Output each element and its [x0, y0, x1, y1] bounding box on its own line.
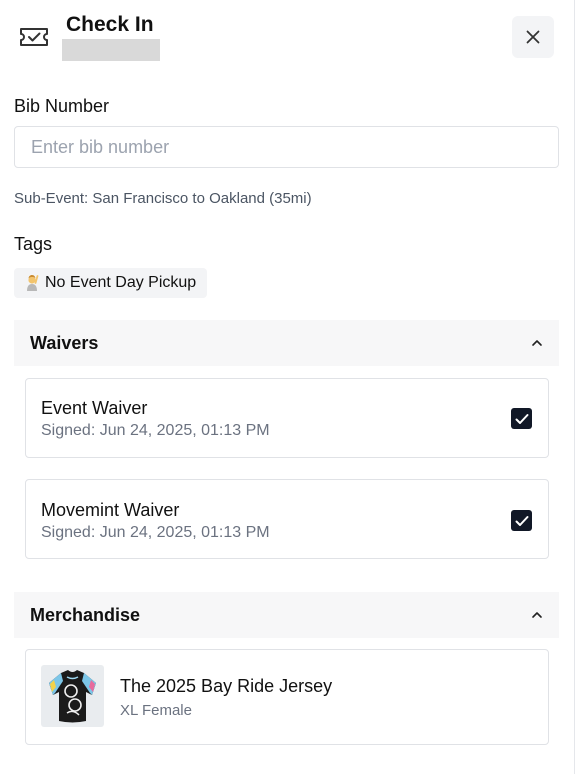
close-button[interactable] [512, 16, 554, 58]
panel-header: Check In [0, 0, 574, 72]
merchandise-card: The 2025 Bay Ride Jersey XL Female [25, 649, 549, 745]
bib-number-label: Bib Number [14, 96, 110, 116]
waivers-section-header[interactable]: Waivers [14, 320, 559, 366]
checkmark-icon [515, 413, 528, 424]
jersey-image [41, 665, 104, 727]
sub-event-text: Sub-Event: San Francisco to Oakland (35m… [14, 190, 312, 207]
waiver-signed-date: Signed: Jun 24, 2025, 01:13 PM [41, 422, 270, 439]
merchandise-variant: XL Female [120, 702, 192, 719]
waivers-section-title: Waivers [30, 332, 99, 353]
ticket-check-icon [20, 28, 48, 46]
bib-number-input[interactable] [14, 126, 559, 168]
waiver-title: Event Waiver [41, 398, 148, 418]
waiver-checkbox-event[interactable] [511, 408, 532, 429]
panel-title: Check In [66, 13, 154, 36]
merchandise-section-title: Merchandise [30, 604, 141, 625]
tags-label: Tags [14, 234, 53, 254]
waiver-card-movemint: Movemint Waiver Signed: Jun 24, 2025, 01… [25, 479, 549, 559]
tag-label: No Event Day Pickup [45, 274, 197, 291]
waiver-checkbox-movemint[interactable] [511, 510, 532, 531]
chevron-up-icon[interactable] [531, 339, 543, 347]
check-in-panel: Check In Bib Number Sub-Event: San Franc… [0, 0, 575, 774]
waiver-signed-date: Signed: Jun 24, 2025, 01:13 PM [41, 524, 270, 541]
redacted-participant-name [62, 39, 160, 61]
chevron-up-icon[interactable] [531, 611, 543, 619]
woman-raising-hand-icon [27, 275, 39, 291]
merchandise-section-header[interactable]: Merchandise [14, 592, 559, 638]
checkmark-icon [515, 515, 528, 526]
waiver-card-event: Event Waiver Signed: Jun 24, 2025, 01:13… [25, 378, 549, 458]
waiver-title: Movemint Waiver [41, 500, 180, 520]
tag-chip: No Event Day Pickup [14, 268, 208, 298]
close-icon [526, 30, 540, 44]
merchandise-name: The 2025 Bay Ride Jersey [120, 676, 333, 696]
